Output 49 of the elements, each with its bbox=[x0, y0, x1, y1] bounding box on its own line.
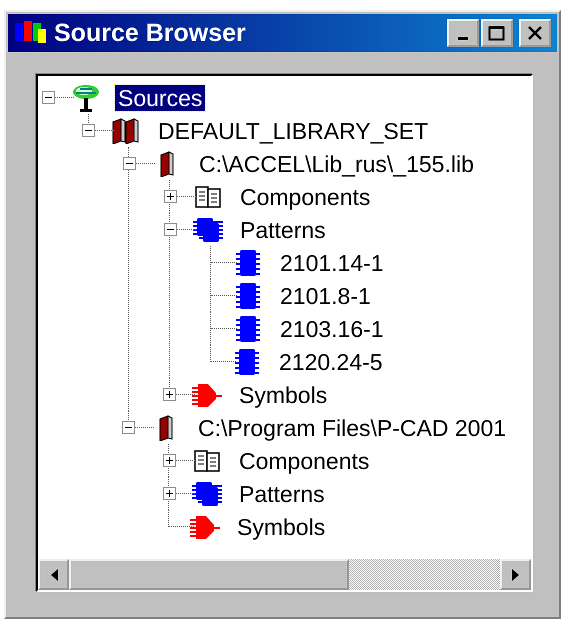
chip-stack-icon bbox=[190, 480, 224, 506]
tree-item[interactable]: Components bbox=[237, 184, 374, 210]
tree-item[interactable]: Symbols bbox=[236, 382, 330, 408]
tree-item[interactable]: C:\Program Files\P-CAD 2001 bbox=[195, 414, 510, 440]
chip-icon bbox=[233, 348, 261, 376]
maximize-button[interactable] bbox=[481, 19, 513, 47]
tree-item[interactable]: 2103.16-1 bbox=[277, 316, 387, 342]
expand-toggle[interactable] bbox=[164, 190, 177, 203]
maximize-icon bbox=[488, 25, 506, 41]
tree-icon bbox=[70, 82, 102, 112]
tree-item[interactable]: 2120.24-5 bbox=[276, 348, 386, 374]
book-pages-icon bbox=[194, 184, 222, 208]
close-button[interactable] bbox=[519, 19, 551, 47]
chip-icon bbox=[234, 282, 262, 310]
minimize-icon bbox=[458, 36, 468, 40]
chip-stack-icon bbox=[191, 216, 225, 242]
tree-item[interactable]: Patterns bbox=[236, 480, 328, 506]
chip-icon bbox=[234, 248, 262, 276]
tree-item[interactable]: 2101.8-1 bbox=[277, 282, 374, 308]
tree-item[interactable]: Components bbox=[236, 448, 372, 474]
tree-item[interactable]: 2101.14-1 bbox=[277, 250, 387, 276]
gate-icon bbox=[190, 382, 224, 408]
tree-item[interactable]: C:\ACCEL\Lib_rus\_155.lib bbox=[196, 150, 477, 176]
close-icon bbox=[527, 26, 543, 40]
scroll-left-button[interactable] bbox=[38, 559, 69, 590]
scrollbar-thumb[interactable] bbox=[69, 559, 349, 590]
right-arrow-icon bbox=[512, 568, 520, 580]
left-arrow-icon bbox=[50, 568, 58, 580]
collapse-toggle[interactable] bbox=[123, 157, 136, 170]
book-icon bbox=[158, 414, 174, 440]
book-icon bbox=[159, 150, 175, 176]
expand-toggle[interactable] bbox=[163, 487, 176, 500]
gate-icon bbox=[188, 514, 222, 540]
expand-toggle[interactable] bbox=[163, 454, 176, 467]
tree-item[interactable]: DEFAULT_LIBRARY_SET bbox=[155, 118, 432, 144]
expand-toggle[interactable] bbox=[163, 388, 176, 401]
minimize-button[interactable] bbox=[447, 19, 479, 47]
scroll-right-button[interactable] bbox=[500, 559, 531, 590]
window-title: Source Browser bbox=[54, 18, 247, 48]
book-pages-icon bbox=[193, 448, 221, 472]
chip-icon bbox=[234, 314, 262, 342]
books-icon bbox=[111, 118, 141, 144]
tree-item[interactable]: Sources bbox=[115, 84, 206, 110]
tree-item[interactable]: Patterns bbox=[237, 216, 329, 242]
collapse-toggle[interactable] bbox=[164, 223, 177, 236]
tree-item[interactable]: Symbols bbox=[234, 514, 328, 540]
collapse-toggle[interactable] bbox=[122, 421, 135, 434]
collapse-toggle[interactable] bbox=[42, 91, 55, 104]
collapse-toggle[interactable] bbox=[82, 124, 95, 137]
